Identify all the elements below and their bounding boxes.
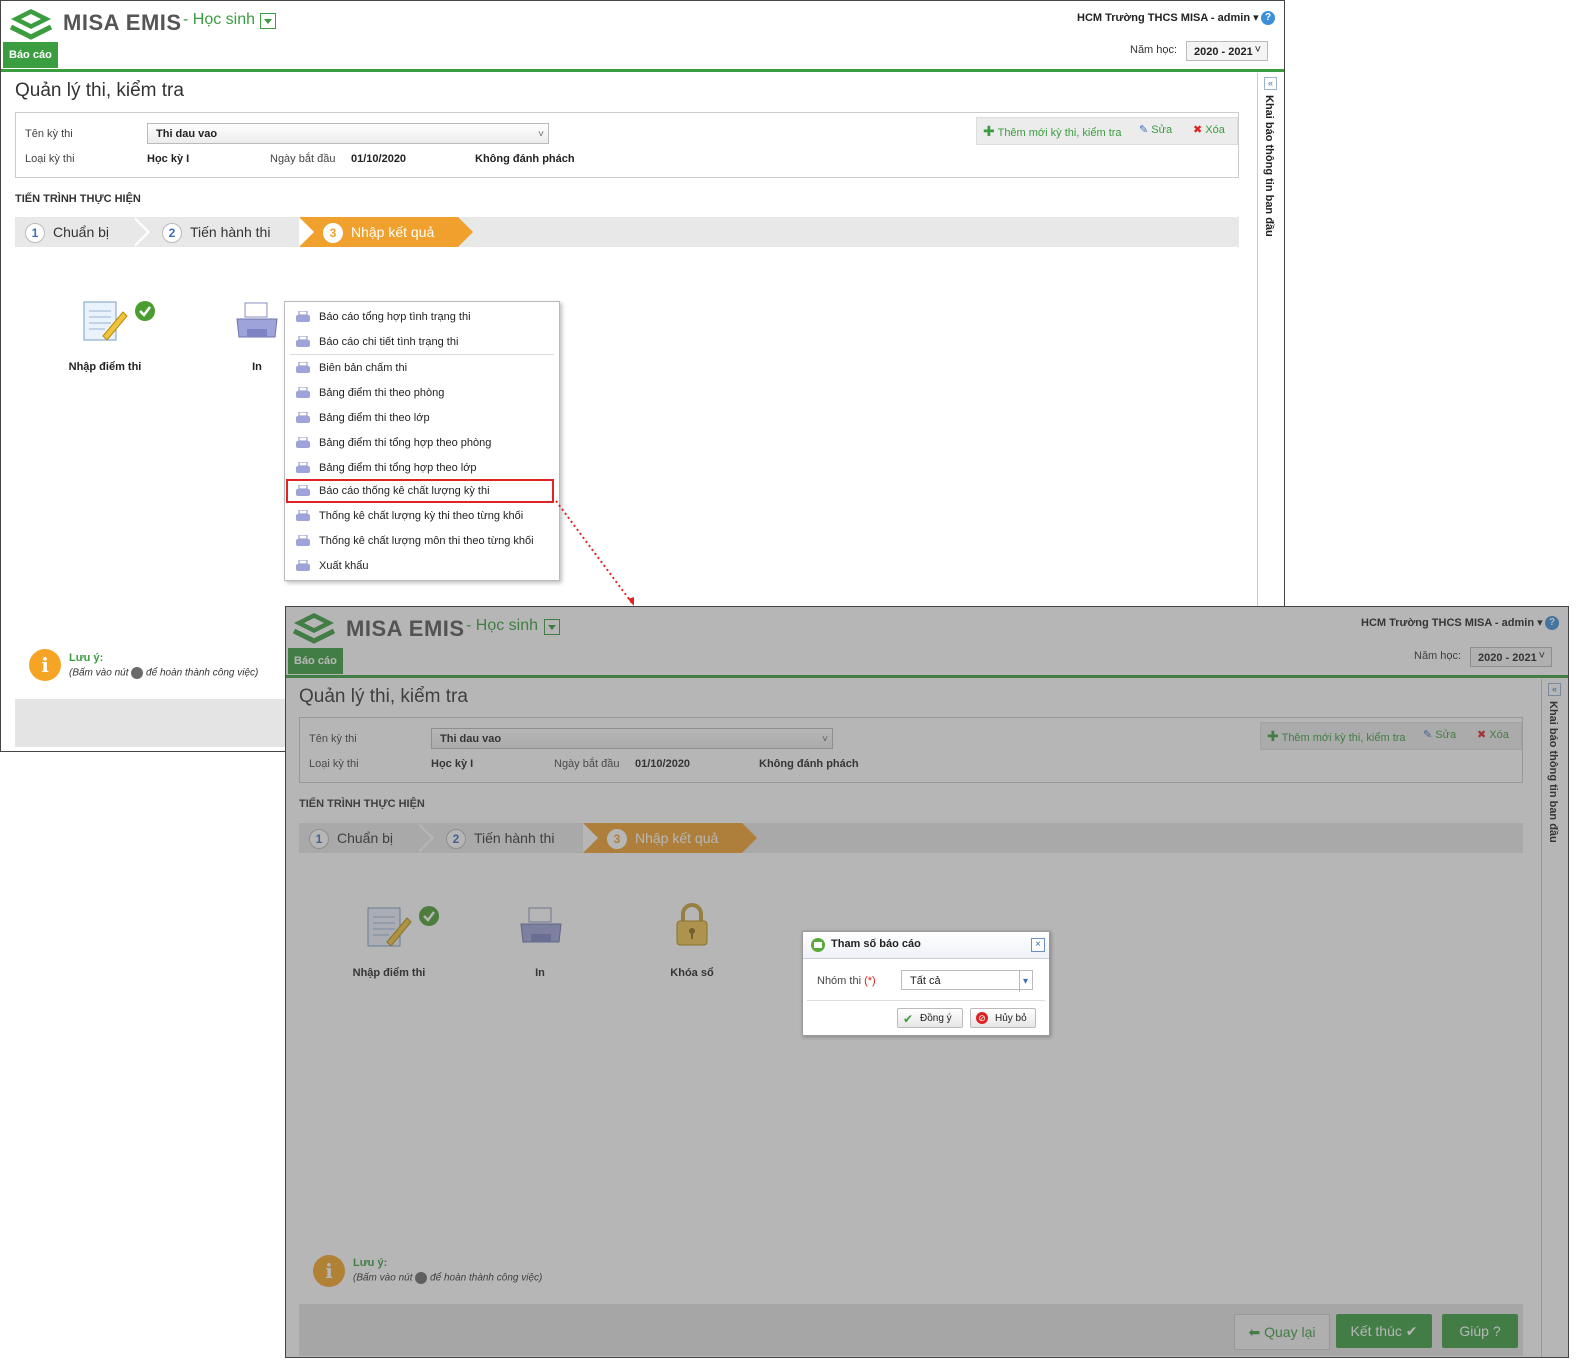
done-check-icon: [135, 301, 155, 321]
app-header: MISA EMIS - Học sinh Báo cáo HCM Trường …: [1, 1, 1284, 72]
cancel-button[interactable]: ⊘ Hủy bỏ: [970, 1008, 1036, 1028]
check-icon: ✔: [903, 1012, 914, 1026]
step-prepare[interactable]: 1 Chuẩn bị: [25, 217, 109, 247]
step-conduct[interactable]: 2 Tiến hành thi: [162, 217, 270, 247]
menu-item[interactable]: Bảng điểm thi tổng hợp theo lớp: [290, 456, 554, 480]
printer-icon: [296, 412, 310, 423]
start-date-label: Ngày bắt đầu: [270, 153, 336, 165]
menu-item[interactable]: Xuất khẩu: [290, 554, 554, 578]
print-label[interactable]: In: [227, 361, 287, 373]
report-icon: [811, 938, 825, 952]
start-date-value: 01/10/2020: [351, 153, 407, 165]
info-icon: i: [29, 649, 61, 681]
separator-value: Không đánh phách: [475, 153, 575, 165]
edit-icon: ✎: [1139, 124, 1149, 136]
menu-item[interactable]: Thống kê chất lượng môn thi theo từng kh…: [290, 529, 554, 553]
printer-icon: [296, 437, 310, 448]
menu-item[interactable]: Bảng điểm thi theo lớp: [290, 406, 554, 430]
printer-icon: [296, 510, 310, 521]
edit-button[interactable]: ✎ Sửa: [1139, 123, 1172, 136]
group-select[interactable]: Tất cả ▾: [901, 970, 1033, 992]
add-exam-button[interactable]: ✚ Thêm mới kỳ thi, kiểm tra: [983, 123, 1122, 140]
report-tab[interactable]: Báo cáo: [3, 42, 58, 68]
printer-icon: [296, 560, 310, 571]
group-label: Nhóm thi (*): [817, 975, 876, 987]
cancel-icon: ⊘: [976, 1012, 988, 1024]
delete-icon: ✖: [1193, 124, 1203, 136]
exam-type-value: Học kỳ I: [147, 153, 190, 165]
year-select[interactable]: 2020 - 2021 ˅: [1186, 41, 1268, 61]
dialog-header: Tham số báo cáo ×: [803, 932, 1049, 959]
menu-item[interactable]: Biên bản chấm thi: [290, 356, 554, 380]
menu-item[interactable]: Bảng điểm thi tổng hợp theo phòng: [290, 431, 554, 455]
exam-name-label: Tên kỳ thi: [25, 128, 73, 140]
progress-section-title: TIẾN TRÌNH THỰC HIỆN: [15, 193, 141, 205]
printer-icon: [296, 535, 310, 546]
side-panel-label[interactable]: Khai báo thông tin ban đầu: [1263, 95, 1275, 237]
note-text: (Bấm vào nút để hoàn thành công việc): [69, 667, 259, 679]
printer-icon[interactable]: [235, 301, 279, 343]
printer-icon: [296, 462, 310, 473]
user-menu[interactable]: HCM Trường THCS MISA - admin ▾: [1077, 11, 1259, 24]
print-menu: Báo cáo tổng hợp tình trạng thi Báo cáo …: [284, 301, 560, 581]
menu-item[interactable]: Báo cáo tổng hợp tình trạng thi: [290, 305, 554, 329]
plus-icon: ✚: [983, 123, 995, 139]
exam-type-label: Loại kỳ thi: [25, 153, 75, 165]
menu-item[interactable]: Báo cáo chi tiết tình trạng thi: [290, 330, 554, 354]
window-report-dialog: MISA EMIS - Học sinh Báo cáo HCM Trường …: [285, 606, 1569, 1358]
step-enter-results[interactable]: 3 Nhập kết quả: [299, 217, 458, 247]
check-icon: [131, 667, 144, 679]
menu-item-highlighted[interactable]: Báo cáo thống kê chất lượng kỳ thi: [286, 479, 554, 503]
close-icon[interactable]: ×: [1031, 938, 1045, 952]
printer-icon: [296, 485, 310, 496]
connector-arrow: [555, 500, 634, 606]
module-dropdown-icon[interactable]: [260, 13, 276, 29]
exam-name-select[interactable]: Thi dau vao ˅: [147, 123, 549, 144]
ok-button[interactable]: ✔ Đồng ý: [897, 1008, 963, 1028]
delete-button[interactable]: ✖ Xóa: [1193, 123, 1225, 136]
report-params-dialog: Tham số báo cáo × Nhóm thi (*) Tất cả ▾ ✔…: [802, 931, 1050, 1036]
printer-icon: [296, 362, 310, 373]
brand-name: MISA EMIS: [63, 10, 182, 35]
enter-scores-icon[interactable]: [81, 298, 131, 344]
printer-icon: [296, 336, 310, 347]
exam-info-panel: Tên kỳ thi Thi dau vao ˅ Loại kỳ thi Học …: [15, 112, 1239, 178]
module-name[interactable]: - Học sinh: [183, 11, 255, 29]
menu-item[interactable]: Bảng điểm thi theo phòng: [290, 381, 554, 405]
exam-toolbar: ✚ Thêm mới kỳ thi, kiểm tra ✎ Sửa ✖ Xóa: [976, 117, 1238, 145]
menu-item[interactable]: Thống kê chất lượng kỳ thi theo từng khố…: [290, 504, 554, 528]
dialog-title: Tham số báo cáo: [831, 938, 921, 950]
note-title: Lưu ý:: [69, 652, 104, 664]
help-icon[interactable]: ?: [1261, 11, 1275, 25]
page-title: Quản lý thi, kiểm tra: [15, 80, 184, 101]
printer-icon: [296, 387, 310, 398]
printer-icon: [296, 311, 310, 322]
progress-steps: 1 Chuẩn bị 2 Tiến hành thi 3 Nhập kết quả: [15, 217, 1239, 247]
enter-scores-label[interactable]: Nhập điểm thi: [55, 361, 155, 373]
misa-logo-icon: [9, 9, 53, 40]
collapse-icon[interactable]: «: [1264, 77, 1277, 90]
year-label: Năm học:: [1130, 44, 1178, 56]
